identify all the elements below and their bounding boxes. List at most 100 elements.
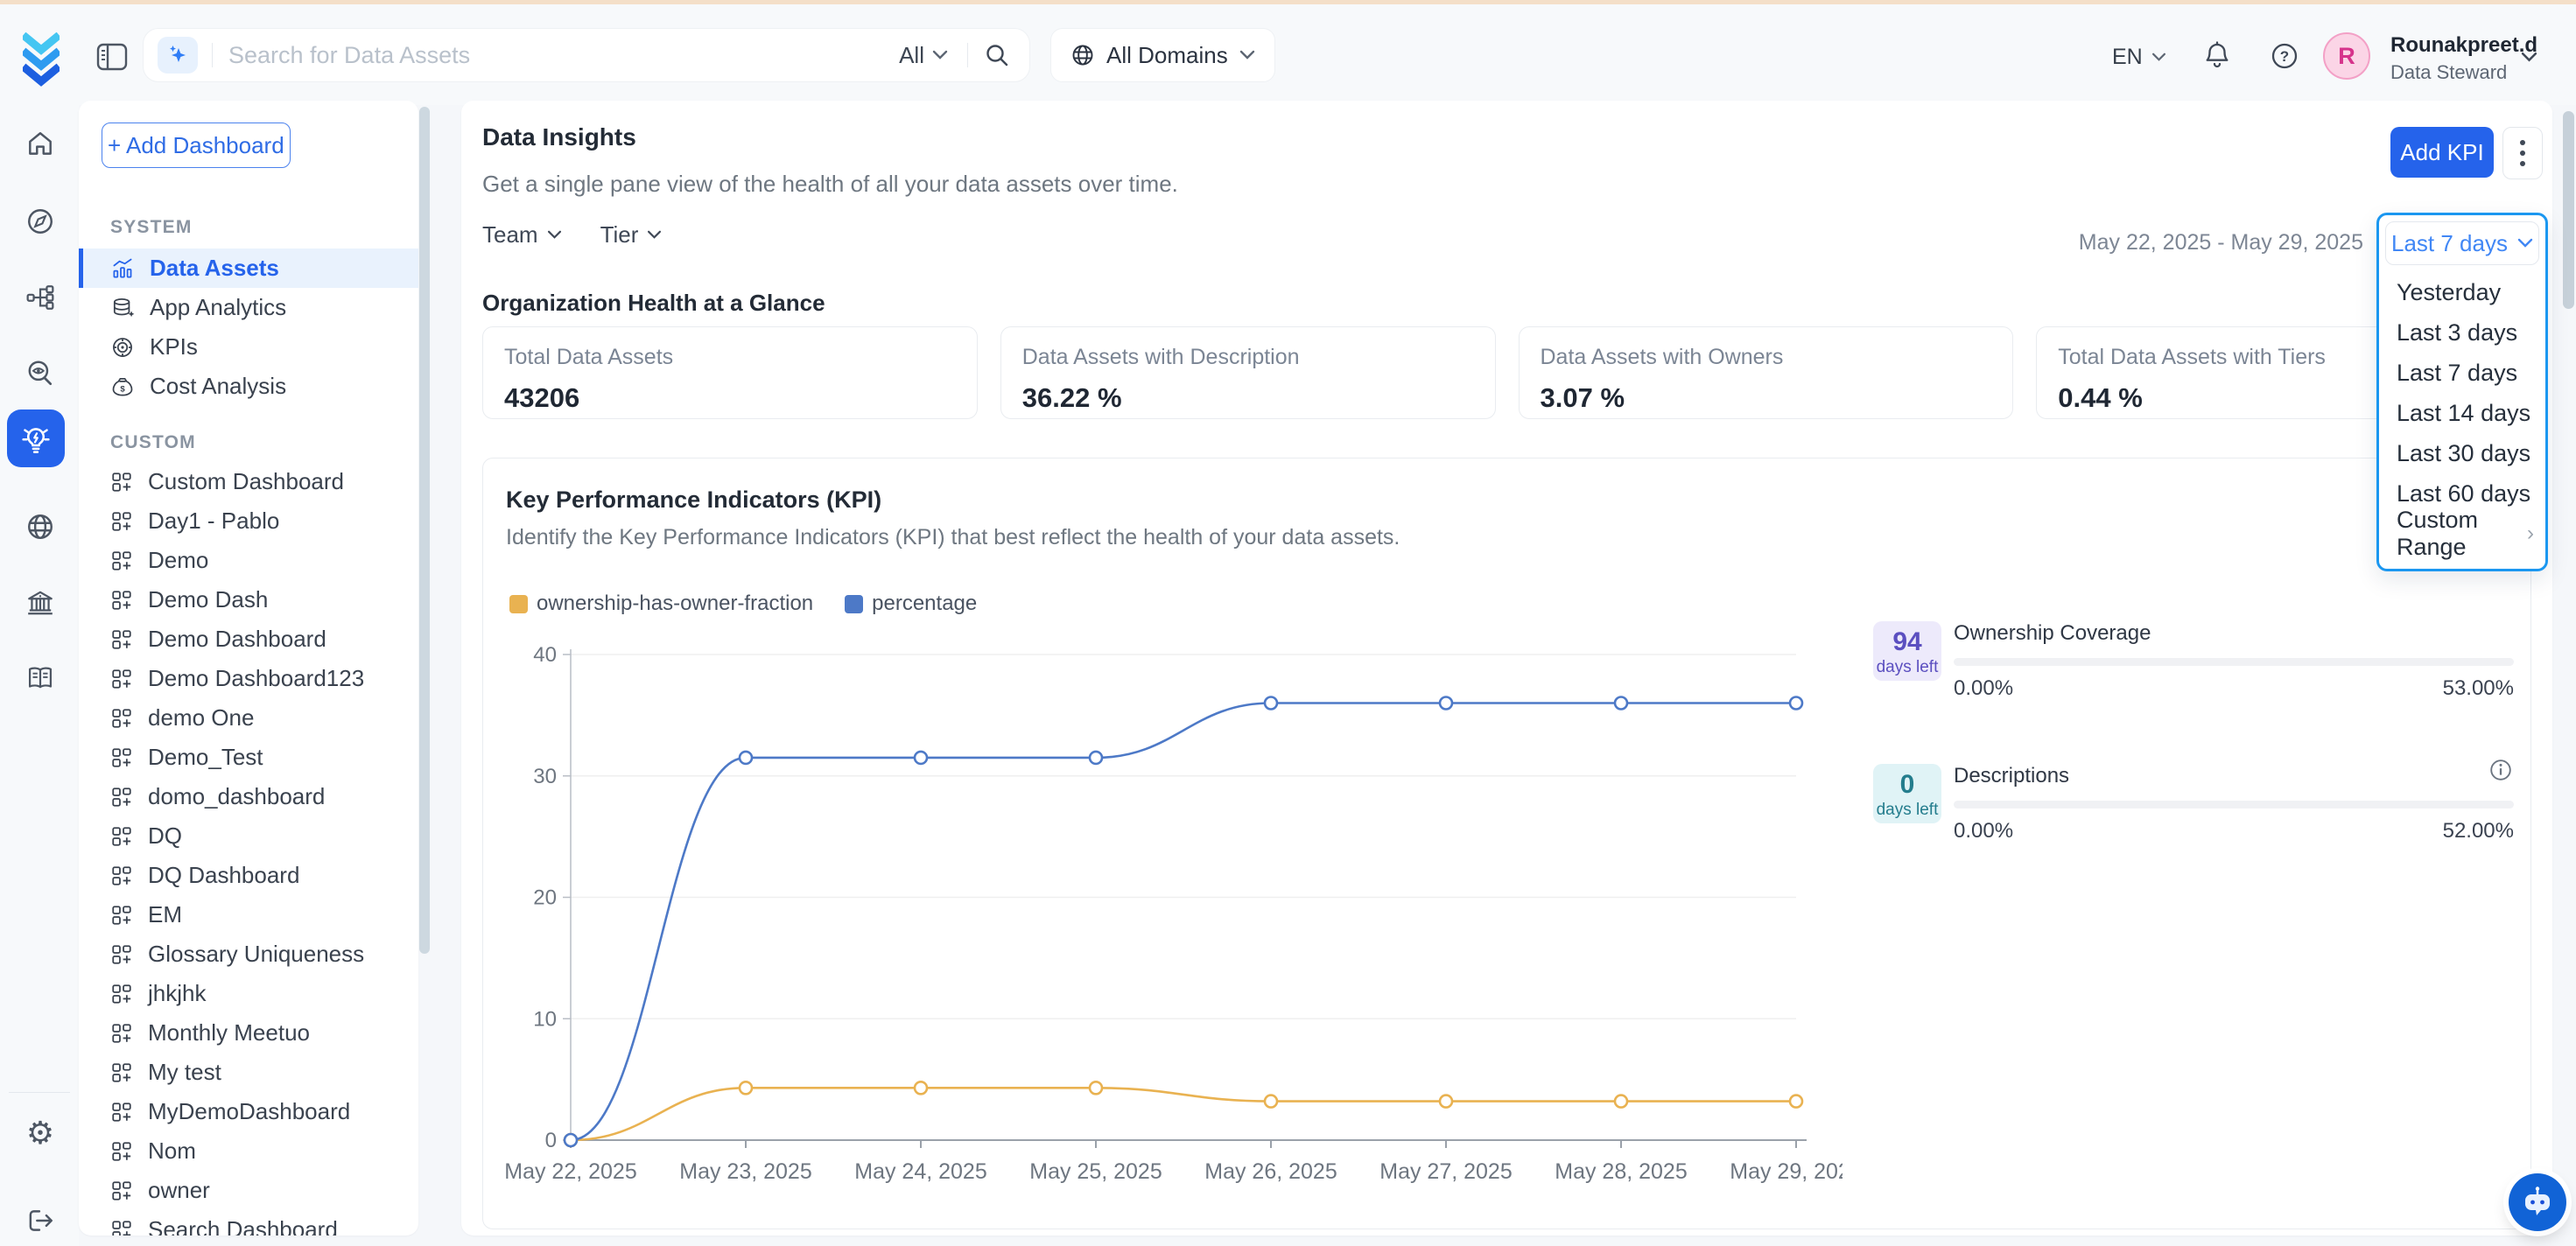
dashboard-grid-icon	[110, 1180, 133, 1202]
insights-active-tab[interactable]	[7, 410, 65, 467]
sidebar-scrollbar[interactable]	[419, 107, 430, 954]
sidebar-item-data-assets[interactable]: Data Assets	[79, 248, 418, 288]
page-scrollbar[interactable]	[2563, 111, 2574, 309]
team-filter-dropdown[interactable]: Team	[482, 221, 562, 248]
kpi-progress-bar	[1954, 801, 2514, 808]
kpi-min-value: 0.00%	[1954, 819, 2013, 844]
sidebar-item-cost-analysis[interactable]: $ Cost Analysis	[79, 367, 418, 406]
sidebar-item-custom[interactable]: Demo Dashboard	[79, 620, 418, 659]
dashboards-sidebar: + Add Dashboard SYSTEM Data Assets	[79, 101, 418, 1236]
compass-icon[interactable]	[25, 206, 55, 236]
sidebar-item-custom[interactable]: Glossary Uniqueness	[79, 934, 418, 974]
sidebar-item-label: Cost Analysis	[150, 373, 286, 400]
atlan-logo-icon[interactable]	[23, 32, 60, 91]
range-options-menu: YesterdayLast 3 daysLast 7 daysLast 14 d…	[2385, 272, 2539, 554]
lineage-icon[interactable]	[25, 283, 55, 312]
sidebar-item-custom[interactable]: Day1 - Pablo	[79, 501, 418, 541]
chat-assistant-button[interactable]	[2509, 1173, 2566, 1231]
kpi-progress-bar	[1954, 658, 2514, 666]
sidebar-item-custom[interactable]: Demo Dash	[79, 580, 418, 620]
all-domains-dropdown[interactable]: All Domains	[1050, 28, 1275, 82]
user-avatar[interactable]: R	[2323, 32, 2370, 80]
user-menu-chevron-icon[interactable]	[2521, 52, 2537, 67]
sidebar-item-label: Custom Dashboard	[148, 468, 344, 495]
svg-text:May 26, 2025: May 26, 2025	[1204, 1159, 1337, 1184]
legend-item[interactable]: ownership-has-owner-fraction	[509, 592, 813, 616]
search-input[interactable]: Search for Data Assets	[228, 42, 899, 69]
dashboard-grid-icon	[110, 1140, 133, 1163]
dashboard-grid-icon	[110, 786, 133, 808]
search-icon[interactable]	[984, 42, 1010, 68]
tier-filter-dropdown[interactable]: Tier	[600, 221, 663, 248]
sidebar-item-custom[interactable]: domo_dashboard	[79, 777, 418, 816]
range-option-label: Last 30 days	[2397, 440, 2539, 467]
sidebar-item-custom[interactable]: Demo Dashboard123	[79, 659, 418, 698]
sidebar-item-label: KPIs	[150, 333, 198, 360]
sidebar-item-custom[interactable]: My test	[79, 1053, 418, 1092]
add-kpi-button[interactable]: Add KPI	[2390, 127, 2494, 178]
range-dropdown-trigger[interactable]: Last 7 days	[2385, 221, 2539, 265]
ai-sparkle-icon[interactable]	[158, 37, 198, 74]
sidebar-item-custom[interactable]: MyDemoDashboard	[79, 1092, 418, 1131]
home-icon[interactable]	[25, 130, 55, 159]
notifications-bell-icon[interactable]	[2202, 40, 2232, 76]
info-icon[interactable]	[2488, 757, 2514, 783]
sidebar-item-custom[interactable]: Demo	[79, 541, 418, 580]
sidebar-item-custom[interactable]: owner	[79, 1171, 418, 1210]
range-option[interactable]: Last 7 days	[2385, 353, 2539, 393]
dashboard-grid-icon	[110, 1219, 133, 1236]
chevron-right-icon: ›	[2527, 522, 2534, 546]
governance-bank-icon[interactable]	[25, 588, 55, 618]
more-options-button[interactable]	[2502, 127, 2543, 179]
search-scope-dropdown[interactable]: All	[899, 42, 948, 69]
sidebar-item-custom[interactable]: EM	[79, 895, 418, 934]
sidebar-item-custom[interactable]: Custom Dashboard	[79, 462, 418, 501]
sidebar-item-custom[interactable]: Demo_Test	[79, 738, 418, 777]
glance-card-label: Data Assets with Owners	[1541, 345, 1992, 370]
sidebar-item-label: demo One	[148, 704, 254, 732]
sidebar-item-label: DQ Dashboard	[148, 862, 299, 889]
range-option[interactable]: Last 30 days	[2385, 433, 2539, 473]
sidebar-item-kpis[interactable]: KPIs	[79, 327, 418, 367]
range-option[interactable]: Yesterday	[2385, 272, 2539, 312]
sidebar-toggle-icon[interactable]	[96, 43, 128, 75]
divider	[212, 43, 213, 67]
settings-gear-icon[interactable]: ⚙	[25, 1118, 55, 1148]
days-left-label: days left	[1873, 658, 1941, 677]
sidebar-item-label: domo_dashboard	[148, 783, 325, 810]
range-option[interactable]: Last 3 days	[2385, 312, 2539, 353]
legend-item[interactable]: percentage	[845, 592, 977, 616]
sidebar-item-custom[interactable]: Monthly Meetuo	[79, 1013, 418, 1053]
svg-text:$: $	[120, 384, 125, 394]
add-dashboard-button[interactable]: + Add Dashboard	[102, 122, 291, 168]
svg-text:May 22, 2025: May 22, 2025	[504, 1159, 637, 1184]
help-icon[interactable]: ?	[2271, 42, 2299, 74]
kpi-line-chart[interactable]: 010203040May 22, 2025May 23, 2025May 24,…	[490, 628, 1843, 1210]
sidebar-item-label: App Analytics	[150, 294, 286, 321]
logout-icon[interactable]	[25, 1206, 55, 1236]
globe-icon[interactable]	[25, 512, 55, 542]
sidebar-item-custom[interactable]: Nom	[79, 1131, 418, 1171]
sidebar-item-custom[interactable]: demo One	[79, 698, 418, 738]
database-icon	[110, 296, 135, 320]
sidebar-item-label: Glossary Uniqueness	[148, 941, 364, 968]
sidebar-item-custom[interactable]: DQ	[79, 816, 418, 856]
discover-icon[interactable]	[25, 359, 55, 388]
sidebar-item-custom[interactable]: Search Dashboard	[79, 1210, 418, 1236]
range-option[interactable]: Custom Range›	[2385, 514, 2539, 554]
sidebar-item-custom[interactable]: DQ Dashboard	[79, 856, 418, 895]
sidebar-item-label: Demo_Test	[148, 744, 263, 771]
sidebar-item-custom[interactable]: jhkjhk	[79, 974, 418, 1013]
language-selector[interactable]: EN	[2112, 45, 2166, 70]
glance-card-value: 3.07 %	[1541, 382, 1992, 414]
user-info[interactable]: Rounakpreet.d Data Steward	[2390, 33, 2537, 84]
kpi-max-value: 52.00%	[2443, 819, 2514, 844]
sidebar-item-app-analytics[interactable]: App Analytics	[79, 288, 418, 327]
sidebar-item-label: Demo Dashboard123	[148, 665, 364, 692]
glossary-book-icon[interactable]	[25, 663, 55, 693]
range-option[interactable]: Last 14 days	[2385, 393, 2539, 433]
glance-section-title: Organization Health at a Glance	[482, 290, 825, 317]
main-panel: Data Insights Get a single pane view of …	[461, 101, 2552, 1236]
dashboard-grid-icon	[110, 1101, 133, 1124]
global-search-bar[interactable]: Search for Data Assets All	[143, 28, 1030, 82]
